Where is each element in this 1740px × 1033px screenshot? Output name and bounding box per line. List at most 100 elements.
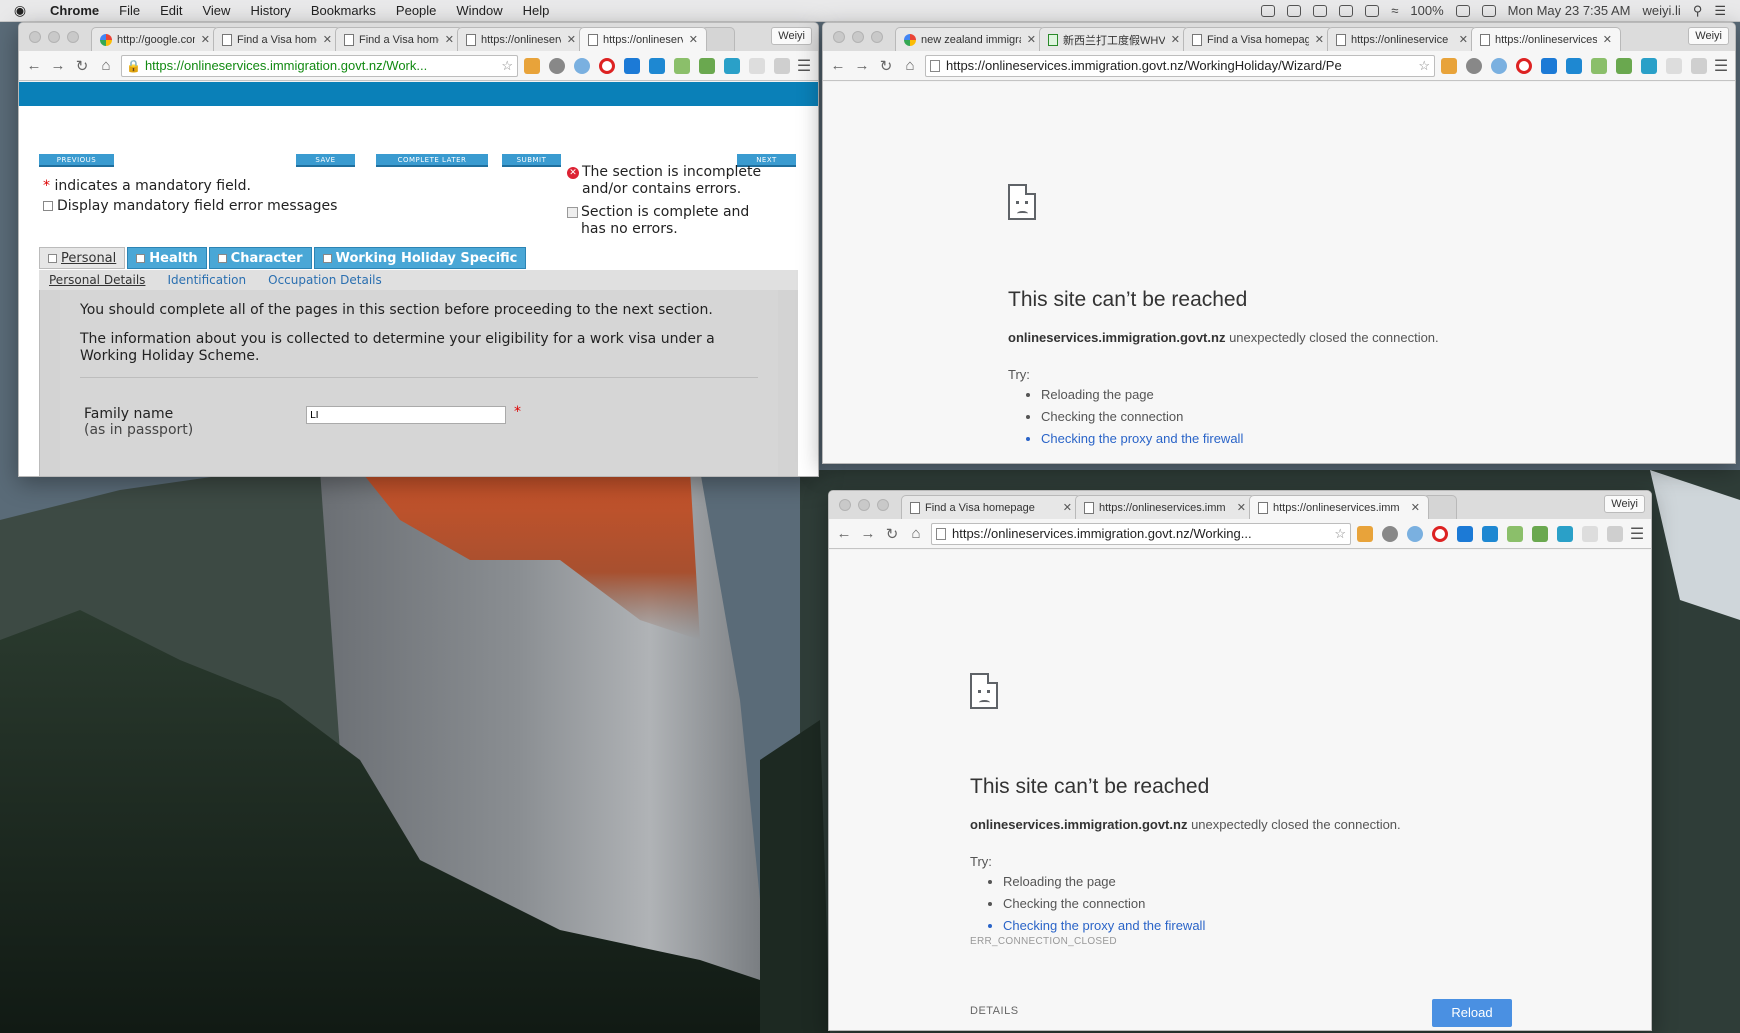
tab-onlineservices-active[interactable]: https://onlineserv ✕ <box>579 27 707 51</box>
time-machine-icon[interactable] <box>1365 4 1380 17</box>
menu-chrome[interactable]: Chrome <box>40 3 109 18</box>
input-source-icon[interactable] <box>1481 4 1496 17</box>
tab-onlineservices[interactable]: https://onlineserv ✕ <box>457 27 585 51</box>
home-icon[interactable]: ⌂ <box>97 57 115 74</box>
tab-close-icon[interactable]: ✕ <box>1411 501 1420 514</box>
tab-close-icon[interactable]: ✕ <box>567 33 576 46</box>
tab-close-icon[interactable]: ✕ <box>1027 33 1036 46</box>
spotlight-icon[interactable]: ⚲ <box>1693 3 1703 19</box>
bookmark-star-icon[interactable]: ☆ <box>501 58 513 74</box>
minimize-window-button[interactable] <box>858 499 870 511</box>
tab-find-visa[interactable]: Find a Visa home ✕ <box>213 27 341 51</box>
gear-extension-icon[interactable] <box>1382 525 1398 542</box>
close-window-button[interactable] <box>29 31 41 43</box>
screen-extension-icon[interactable] <box>1557 525 1573 542</box>
tab-onlineservices-active[interactable]: https://onlineservices ✕ <box>1471 27 1621 51</box>
previous-button[interactable]: PREVIOUS <box>39 154 114 167</box>
bubble-extension-icon[interactable] <box>1407 525 1423 542</box>
tab-close-icon[interactable]: ✕ <box>201 33 210 46</box>
tab-find-visa[interactable]: Find a Visa homepage ✕ <box>901 495 1081 519</box>
cast-extension-icon[interactable] <box>1691 57 1707 74</box>
zoom-window-button[interactable] <box>871 31 883 43</box>
details-button[interactable]: DETAILS <box>970 1005 1019 1017</box>
bubble-extension-icon[interactable] <box>574 57 590 74</box>
back-icon[interactable]: ← <box>25 57 43 74</box>
profile-button[interactable]: Weiyi <box>1604 495 1645 513</box>
plant-extension-icon[interactable] <box>1532 525 1548 542</box>
gear-extension-icon[interactable] <box>549 57 565 74</box>
minimize-window-button[interactable] <box>48 31 60 43</box>
close-window-button[interactable] <box>839 499 851 511</box>
bookmark-star-icon[interactable]: ☆ <box>1334 526 1346 542</box>
address-bar[interactable]: 🔒 https://onlineservices.immigration.gov… <box>121 54 518 77</box>
menu-people[interactable]: People <box>386 3 446 18</box>
tab-close-icon[interactable]: ✕ <box>1459 33 1468 46</box>
back-icon[interactable]: ← <box>829 57 847 74</box>
basket-extension-icon[interactable] <box>1357 525 1373 542</box>
tab-personal[interactable]: Personal <box>39 247 126 269</box>
address-bar[interactable]: https://onlineservices.immigration.govt.… <box>925 54 1435 77</box>
menu-edit[interactable]: Edit <box>150 3 192 18</box>
chrome-menu-icon[interactable]: ☰ <box>796 56 812 76</box>
leaf-extension-icon[interactable] <box>1507 525 1523 542</box>
menu-bookmarks[interactable]: Bookmarks <box>301 3 386 18</box>
box-extension-icon[interactable] <box>1457 525 1473 542</box>
profile-button[interactable]: Weiyi <box>771 27 812 45</box>
tab-close-icon[interactable]: ✕ <box>1237 501 1246 514</box>
tab-working-holiday-specific[interactable]: Working Holiday Specific <box>313 247 527 269</box>
screen-extension-icon[interactable] <box>1641 57 1657 74</box>
tab-google-search[interactable]: new zealand immigra ✕ <box>895 27 1045 51</box>
tab-onlineservices[interactable]: https://onlineservice ✕ <box>1327 27 1477 51</box>
tab-character[interactable]: Character <box>208 247 312 269</box>
forward-icon[interactable]: → <box>859 525 877 542</box>
cast-extension-icon[interactable] <box>774 57 790 74</box>
box-extension-icon[interactable] <box>1541 57 1557 74</box>
w-extension-icon[interactable] <box>1482 525 1498 542</box>
menu-file[interactable]: File <box>109 3 150 18</box>
tab-find-visa[interactable]: Find a Visa homepage ✕ <box>1183 27 1333 51</box>
reload-icon[interactable]: ↻ <box>73 57 91 75</box>
zoom-window-button[interactable] <box>877 499 889 511</box>
suggestion-proxy-link[interactable]: Checking the proxy and the firewall <box>1003 915 1205 937</box>
gear-extension-icon[interactable] <box>1466 57 1482 74</box>
menu-history[interactable]: History <box>240 3 300 18</box>
tab-close-icon[interactable]: ✕ <box>689 33 698 46</box>
suggestion-proxy-link[interactable]: Checking the proxy and the firewall <box>1041 428 1243 450</box>
battery-icon[interactable] <box>1455 4 1470 17</box>
forward-icon[interactable]: → <box>49 57 67 74</box>
leaf-extension-icon[interactable] <box>674 57 690 74</box>
tab-close-icon[interactable]: ✕ <box>1603 33 1612 46</box>
plant-extension-icon[interactable] <box>699 57 715 74</box>
tab-whv-guide[interactable]: 新西兰打工度假WHV指✕ <box>1039 27 1189 51</box>
basket-extension-icon[interactable] <box>524 57 540 74</box>
word-icon[interactable] <box>1261 4 1276 17</box>
tab-onlineservices-active[interactable]: https://onlineservices.imm ✕ <box>1249 495 1429 519</box>
submit-button[interactable]: SUBMIT <box>502 154 561 167</box>
chrome-menu-icon[interactable]: ☰ <box>1629 524 1645 544</box>
w-extension-icon[interactable] <box>1566 57 1582 74</box>
tab-health[interactable]: Health <box>127 247 207 269</box>
reload-button[interactable]: Reload <box>1432 999 1512 1027</box>
tab-close-icon[interactable]: ✕ <box>1171 33 1180 46</box>
tab-close-icon[interactable]: ✕ <box>323 33 332 46</box>
box-extension-icon[interactable] <box>624 57 640 74</box>
chrome-menu-icon[interactable]: ☰ <box>1713 56 1729 76</box>
tab-onlineservices[interactable]: https://onlineservices.imm ✕ <box>1075 495 1255 519</box>
menu-window[interactable]: Window <box>446 3 512 18</box>
forward-icon[interactable]: → <box>853 57 871 74</box>
menu-help[interactable]: Help <box>513 3 560 18</box>
menu-view[interactable]: View <box>192 3 240 18</box>
tab-google[interactable]: http://google.com ✕ <box>91 27 219 51</box>
page-info-icon[interactable] <box>930 59 940 72</box>
bubble-extension-icon[interactable] <box>1491 57 1507 74</box>
apple-icon[interactable]: ◉ <box>0 2 40 19</box>
user-name[interactable]: weiyi.li <box>1643 3 1681 18</box>
screen-extension-icon[interactable] <box>724 57 740 74</box>
subtab-personal-details[interactable]: Personal Details <box>49 273 145 287</box>
tab-close-icon[interactable]: ✕ <box>1315 33 1324 46</box>
home-icon[interactable]: ⌂ <box>907 525 925 542</box>
check-extension-icon[interactable] <box>1666 57 1682 74</box>
opera-extension-icon[interactable] <box>1432 525 1448 542</box>
leaf-extension-icon[interactable] <box>1591 57 1607 74</box>
profile-button[interactable]: Weiyi <box>1688 27 1729 45</box>
